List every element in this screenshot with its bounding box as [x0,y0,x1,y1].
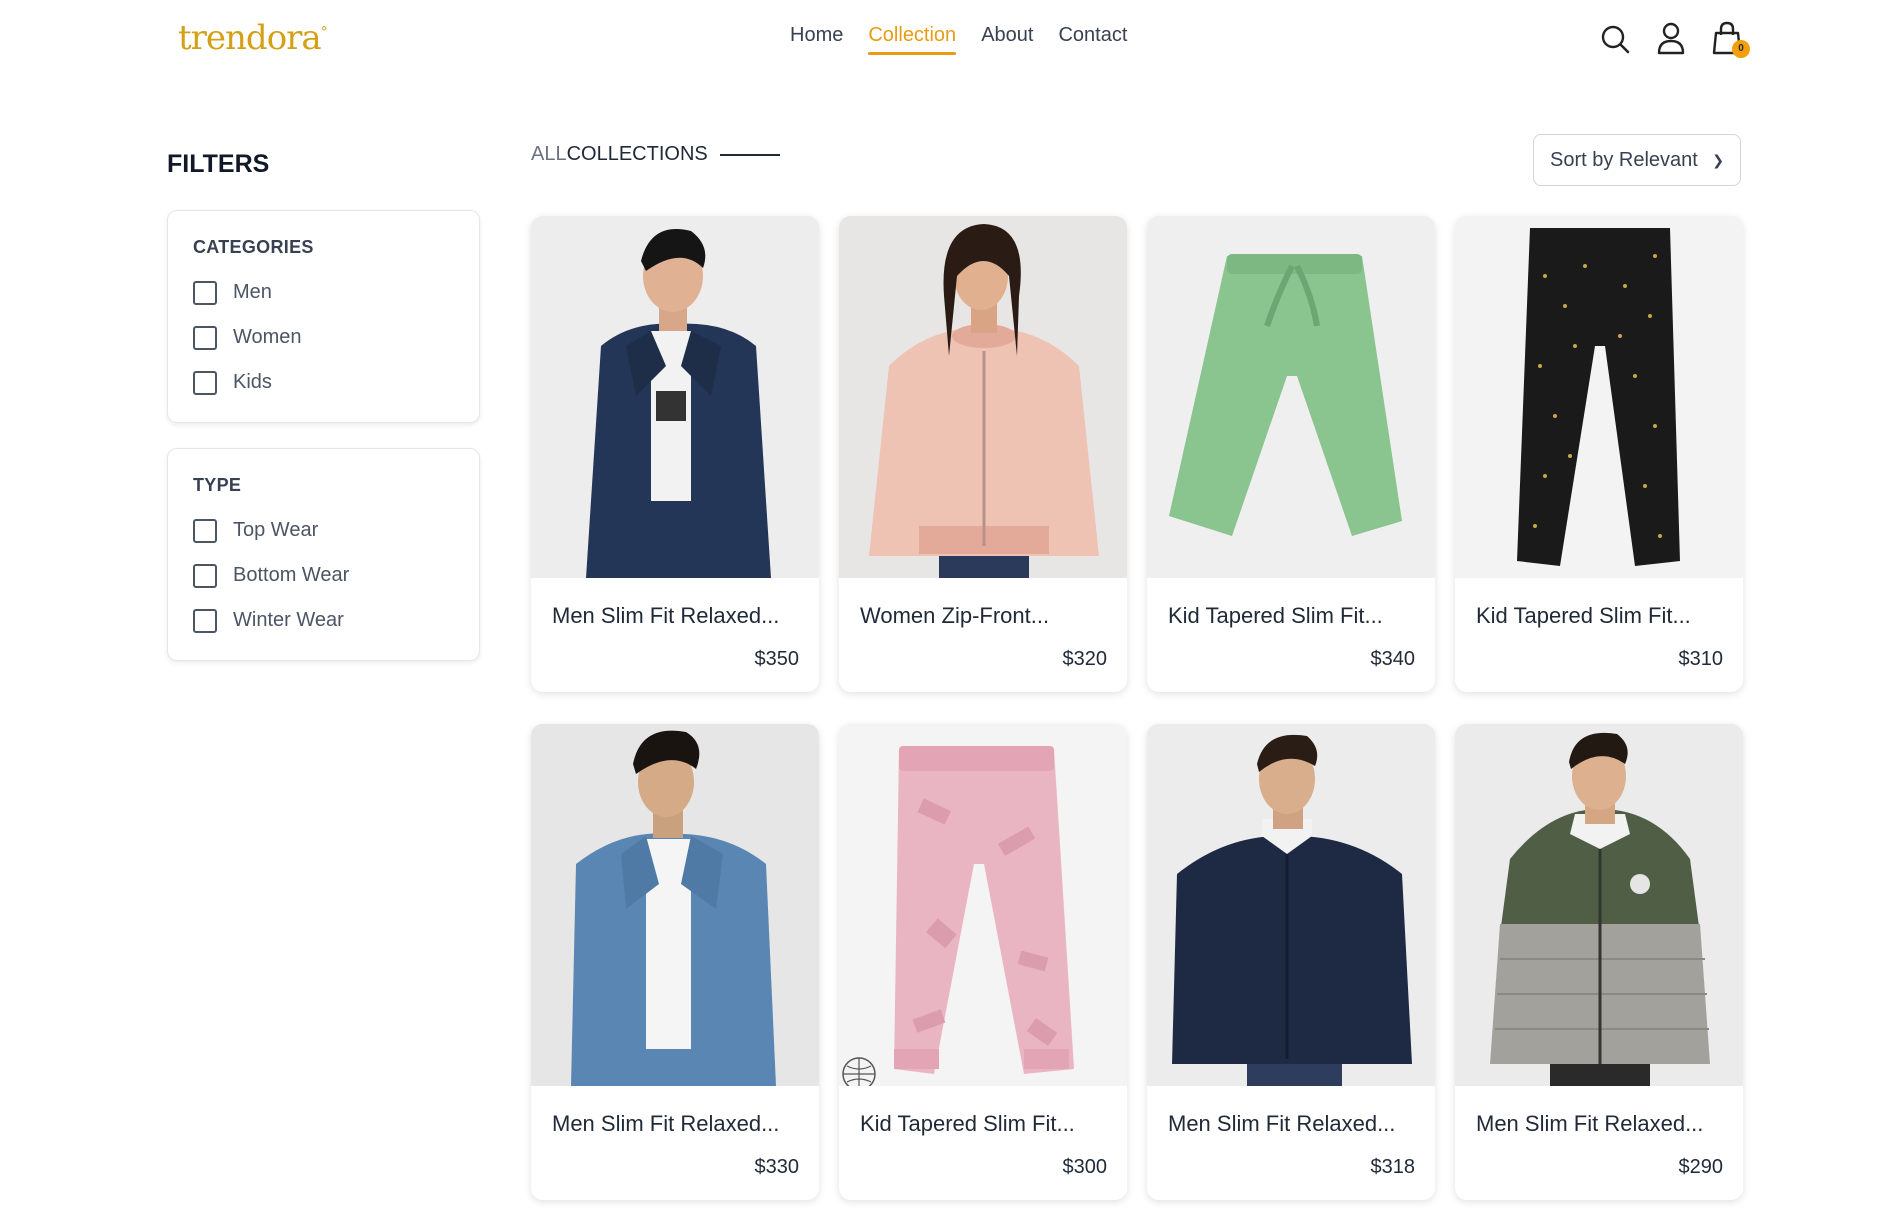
title-prefix: ALL [531,143,567,165]
product-image[interactable] [839,216,1127,578]
product-name[interactable]: Kid Tapered Slim Fit... [1168,603,1383,629]
product-image[interactable] [1147,724,1435,1086]
product-name[interactable]: Men Slim Fit Relaxed... [552,1111,779,1137]
checkbox[interactable] [193,370,217,395]
product-price: $320 [1062,648,1108,670]
product-card[interactable]: Men Slim Fit Relaxed... $290 [1455,724,1743,1200]
product-price: $290 [1678,1156,1724,1178]
type-heading: TYPE [193,475,242,495]
product-price: $350 [754,648,800,670]
filter-option-winter-wear[interactable]: Winter Wear [193,598,454,643]
filter-option-men[interactable]: Men [193,270,454,315]
product-card[interactable]: Women Zip-Front... $320 [839,216,1127,692]
product-card[interactable]: Men Slim Fit Relaxed... $350 [531,216,819,692]
filter-option-women[interactable]: Women [193,315,454,360]
cart-count-badge: 0 [1732,40,1750,58]
sort-label: Sort by Relevant [1550,148,1698,171]
filters-title[interactable]: FILTERS [167,150,269,179]
product-image[interactable] [531,724,819,1086]
filter-label: Winter Wear [233,609,344,631]
collections-title: ALL COLLECTIONS [531,143,780,166]
filter-option-bottom-wear[interactable]: Bottom Wear [193,553,454,598]
nav-collection[interactable]: Collection [868,24,956,55]
product-image[interactable] [839,724,1127,1086]
filter-option-top-wear[interactable]: Top Wear [193,508,454,553]
product-image[interactable] [531,216,819,578]
nav-home[interactable]: Home [790,24,843,53]
product-card[interactable]: Kid Tapered Slim Fit... $310 [1455,216,1743,692]
filter-option-kids[interactable]: Kids [193,360,454,405]
filter-label: Men [233,281,272,303]
product-card[interactable]: Men Slim Fit Relaxed... $318 [1147,724,1435,1200]
product-image[interactable] [1147,216,1435,578]
categories-filter: CATEGORIES Men Women Kids [167,210,480,423]
nav-about[interactable]: About [981,24,1033,53]
checkbox[interactable] [193,325,217,350]
product-name[interactable]: Men Slim Fit Relaxed... [1476,1111,1703,1137]
product-image[interactable] [1455,724,1743,1086]
site-header: trendora° Home Collection About Contact … [0,0,1901,80]
filter-label: Women [233,326,302,348]
product-name[interactable]: Men Slim Fit Relaxed... [552,603,779,629]
product-price: $318 [1370,1156,1416,1178]
type-filter: TYPE Top Wear Bottom Wear Winter Wear [167,448,480,661]
title-main: COLLECTIONS [566,143,708,165]
shopping-bag-icon[interactable]: 0 [1710,20,1750,58]
checkbox[interactable] [193,518,217,543]
product-price: $300 [1062,1156,1108,1178]
nav-contact[interactable]: Contact [1058,24,1127,53]
product-price: $310 [1678,648,1724,670]
product-card[interactable]: Men Slim Fit Relaxed... $330 [531,724,819,1200]
search-icon[interactable] [1598,20,1632,56]
product-card[interactable]: Kid Tapered Slim Fit... $340 [1147,216,1435,692]
product-card[interactable]: Kid Tapered Slim Fit... $300 [839,724,1127,1200]
sort-select[interactable]: Sort by Relevant ❯ [1533,134,1741,186]
title-divider [719,153,780,156]
product-name[interactable]: Men Slim Fit Relaxed... [1168,1111,1395,1137]
product-name[interactable]: Kid Tapered Slim Fit... [860,1111,1075,1137]
header-icons: 0 [1598,20,1750,58]
brand-logo[interactable]: trendora° [178,18,328,58]
chevron-down-icon: ❯ [1712,151,1724,168]
categories-heading: CATEGORIES [193,237,314,257]
product-price: $340 [1370,648,1416,670]
product-image[interactable] [1455,216,1743,578]
logo-text: trendora [178,18,322,58]
filter-label: Bottom Wear [233,564,350,586]
checkbox[interactable] [193,608,217,633]
logo-mark: ° [320,24,328,41]
product-name[interactable]: Kid Tapered Slim Fit... [1476,603,1691,629]
product-name[interactable]: Women Zip-Front... [860,603,1049,629]
main-nav: Home Collection About Contact [790,24,1127,55]
checkbox[interactable] [193,563,217,588]
checkbox[interactable] [193,280,217,305]
product-price: $330 [754,1156,800,1178]
user-icon[interactable] [1654,20,1688,56]
filter-label: Kids [233,371,272,393]
filter-label: Top Wear [233,519,319,541]
